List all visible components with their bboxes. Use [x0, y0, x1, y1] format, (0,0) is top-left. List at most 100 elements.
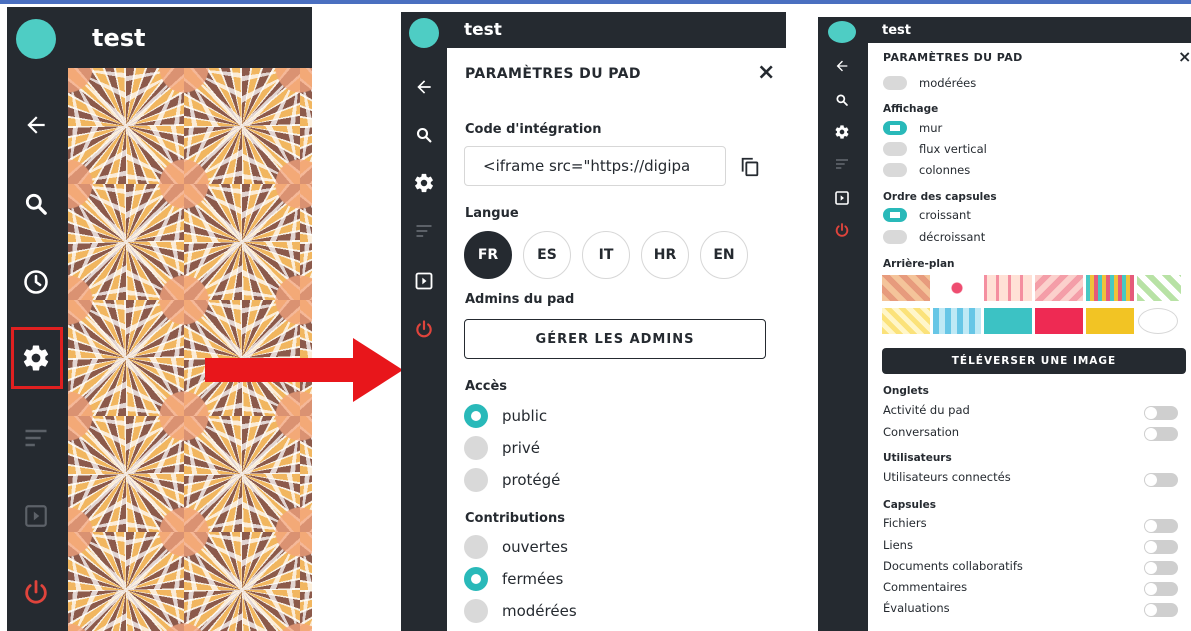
order-asc-radio[interactable]: croissant — [883, 208, 971, 222]
power-icon[interactable] — [19, 575, 53, 609]
copy-icon[interactable] — [737, 154, 763, 180]
radio-unselected-icon — [883, 230, 907, 244]
background-swatch-white[interactable] — [1138, 308, 1178, 334]
present-icon[interactable] — [19, 499, 53, 533]
display-columns-radio[interactable]: colonnes — [883, 163, 970, 177]
screenshot-2: test PARAMÈTRES DU PAD × Code d'intégrat… — [401, 12, 786, 631]
power-icon[interactable] — [830, 219, 854, 241]
background-swatch-pattern[interactable] — [882, 275, 930, 301]
users-connected-toggle[interactable] — [1144, 473, 1178, 487]
lang-fr[interactable]: FR — [464, 231, 512, 279]
present-icon[interactable] — [830, 187, 854, 209]
background-swatch-pattern[interactable] — [933, 275, 981, 301]
lang-en[interactable]: EN — [700, 231, 748, 279]
contrib-moderated-radio[interactable]: modérées — [464, 599, 577, 623]
back-arrow-icon[interactable] — [19, 108, 53, 142]
top-border — [0, 0, 1191, 4]
capsule-files-label: Fichiers — [883, 516, 927, 530]
search-icon[interactable] — [411, 122, 437, 148]
capsule-comments-toggle[interactable] — [1144, 582, 1178, 596]
power-icon[interactable] — [411, 316, 437, 342]
sort-icon[interactable] — [411, 218, 437, 244]
capsule-docs-toggle[interactable] — [1144, 561, 1178, 575]
background-swatch-pattern[interactable] — [1137, 275, 1181, 301]
embed-code-value: <iframe src="https://digipa — [483, 157, 691, 175]
upload-image-button[interactable]: TÉLÉVERSER UNE IMAGE — [882, 348, 1186, 374]
search-icon[interactable] — [19, 187, 53, 221]
sort-icon[interactable] — [830, 153, 854, 175]
back-arrow-icon[interactable] — [411, 74, 437, 100]
access-protected-radio[interactable]: protégé — [464, 468, 560, 492]
display-label: Affichage — [883, 103, 939, 115]
capsule-links-label: Liens — [883, 538, 913, 552]
manage-admins-button[interactable]: GÉRER LES ADMINS — [464, 319, 766, 359]
history-icon[interactable] — [19, 265, 53, 299]
background-swatch-pattern[interactable] — [984, 275, 1032, 301]
screenshot-1: test — [7, 7, 312, 631]
sort-icon[interactable] — [19, 421, 53, 455]
tab-conversation-toggle[interactable] — [1144, 427, 1178, 441]
capsule-files-toggle[interactable] — [1144, 519, 1178, 533]
background-swatch-yellow[interactable] — [1086, 308, 1134, 334]
radio-label: public — [502, 407, 548, 425]
background-swatch-teal[interactable] — [984, 308, 1032, 334]
capsule-ratings-toggle[interactable] — [1144, 603, 1178, 617]
close-icon[interactable]: × — [757, 60, 775, 85]
capsule-comments-label: Commentaires — [883, 580, 968, 594]
access-private-radio[interactable]: privé — [464, 436, 540, 460]
settings-panel: PARAMÈTRES DU PAD × Code d'intégration <… — [447, 48, 786, 631]
contrib-moderated-radio[interactable]: modérées — [883, 76, 976, 90]
background-swatch-pattern[interactable] — [1086, 275, 1134, 301]
search-icon[interactable] — [830, 89, 854, 111]
radio-label: mur — [919, 121, 943, 135]
radio-label: privé — [502, 439, 540, 457]
display-vertical-radio[interactable]: flux vertical — [883, 142, 987, 156]
panel-title: PARAMÈTRES DU PAD — [883, 51, 1023, 64]
gear-icon[interactable] — [830, 121, 854, 143]
admins-label: Admins du pad — [465, 292, 575, 307]
radio-selected-icon — [464, 567, 488, 591]
gear-icon[interactable] — [19, 341, 53, 375]
contributions-label: Contributions — [465, 511, 565, 526]
background-swatch-pattern[interactable] — [1035, 275, 1083, 301]
close-icon[interactable]: × — [1178, 47, 1191, 66]
radio-unselected-icon — [464, 468, 488, 492]
radio-unselected-icon — [464, 436, 488, 460]
sidebar — [401, 12, 447, 631]
sidebar — [7, 7, 68, 631]
present-icon[interactable] — [411, 268, 437, 294]
lang-es[interactable]: ES — [523, 231, 571, 279]
header-bar: test — [868, 17, 1191, 43]
gear-icon[interactable] — [411, 170, 437, 196]
radio-label: croissant — [919, 208, 971, 222]
order-desc-radio[interactable]: décroissant — [883, 230, 985, 244]
tabs-label: Onglets — [883, 385, 929, 397]
header-bar: test — [447, 12, 786, 48]
access-public-radio[interactable]: public — [464, 404, 547, 428]
contrib-closed-radio[interactable]: fermées — [464, 567, 563, 591]
radio-label: décroissant — [919, 230, 986, 244]
radio-unselected-icon — [883, 76, 907, 90]
background-swatch-red[interactable] — [1035, 308, 1083, 334]
app-logo[interactable] — [16, 19, 56, 59]
lang-hr[interactable]: HR — [641, 231, 689, 279]
pad-title: test — [882, 22, 911, 38]
lang-it[interactable]: IT — [582, 231, 630, 279]
display-wall-radio[interactable]: mur — [883, 121, 942, 135]
radio-label: modérées — [919, 76, 977, 90]
embed-code-field[interactable]: <iframe src="https://digipa — [464, 146, 726, 186]
tab-activity-toggle[interactable] — [1144, 406, 1178, 420]
app-logo[interactable] — [828, 21, 856, 43]
radio-unselected-icon — [464, 599, 488, 623]
app-logo[interactable] — [409, 18, 439, 48]
transition-arrow — [205, 338, 403, 402]
radio-label: protégé — [502, 471, 561, 489]
contrib-open-radio[interactable]: ouvertes — [464, 535, 568, 559]
background-swatch-pattern[interactable] — [933, 308, 981, 334]
capsule-links-toggle[interactable] — [1144, 540, 1178, 554]
back-arrow-icon[interactable] — [830, 55, 854, 77]
header-bar: test — [68, 7, 312, 68]
background-swatch-pattern[interactable] — [882, 308, 930, 334]
capsules-label: Capsules — [883, 499, 937, 511]
radio-selected-icon — [883, 121, 907, 135]
